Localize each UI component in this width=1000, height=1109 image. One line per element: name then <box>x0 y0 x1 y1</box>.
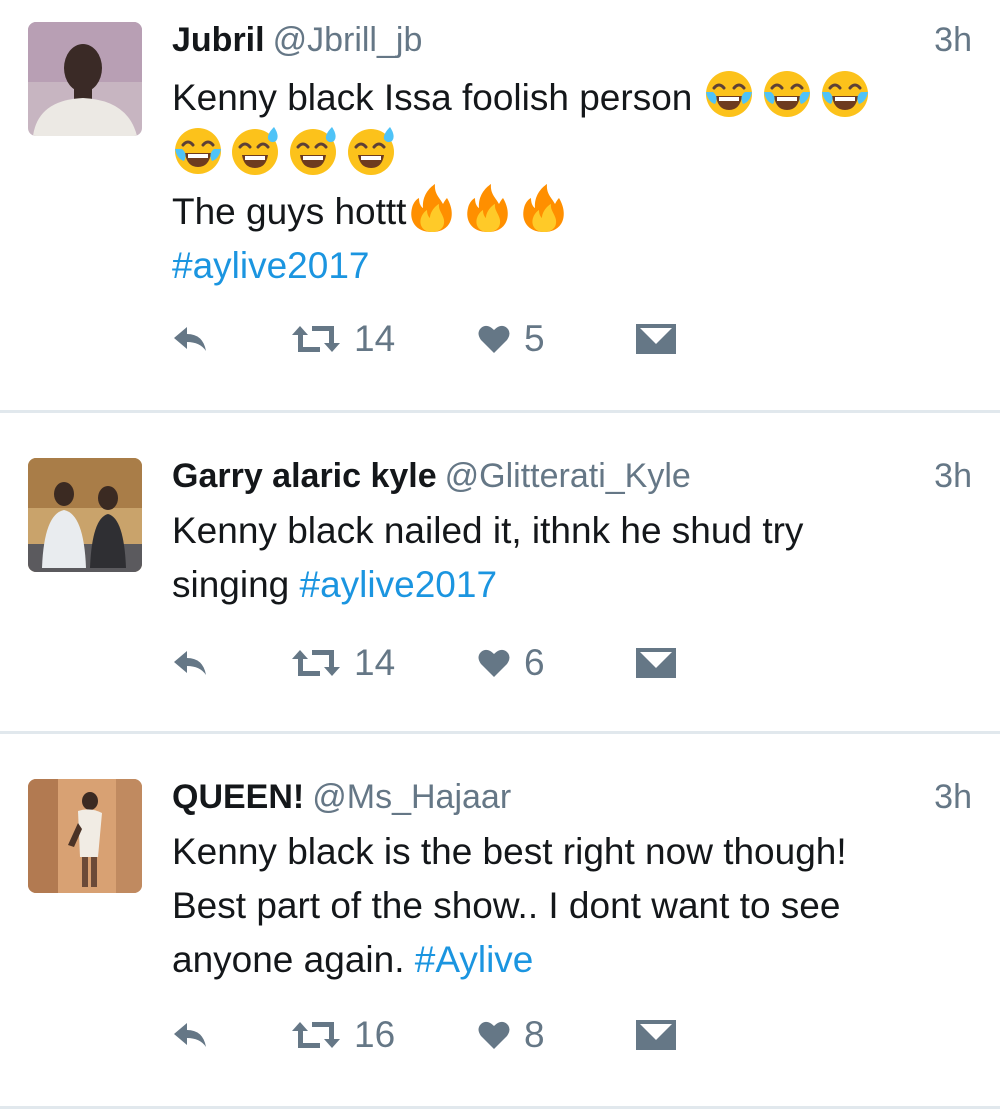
tweet[interactable]: Jubril @Jbrill_jb 3h Kenny black Issa foo… <box>0 0 1000 413</box>
retweet-count: 14 <box>354 318 396 359</box>
like-count: 6 <box>524 642 545 683</box>
reply-icon <box>174 1023 206 1047</box>
avatar[interactable] <box>28 779 142 893</box>
reply-button[interactable] <box>172 1020 292 1050</box>
reply-button[interactable] <box>172 324 292 354</box>
direct-message-button[interactable] <box>636 648 676 678</box>
like-button[interactable]: 8 <box>478 1014 636 1056</box>
tweet-header: Garry alaric kyle @Glitterati_Kyle 3h <box>172 456 972 496</box>
tweet-actions: 14 6 <box>172 638 676 688</box>
retweet-icon <box>292 326 340 352</box>
retweet-count: 14 <box>354 642 396 683</box>
heart-icon <box>478 325 510 353</box>
direct-message-button[interactable] <box>636 324 676 354</box>
user-handle[interactable]: @Jbrill_jb <box>273 21 423 59</box>
display-name[interactable]: QUEEN! <box>172 778 304 816</box>
retweet-icon <box>292 650 340 676</box>
user-handle[interactable]: @Ms_Hajaar <box>312 778 511 816</box>
face-with-tears-of-joy-emoji <box>703 68 755 120</box>
timestamp[interactable]: 3h <box>934 777 972 817</box>
tweet-text-line: Kenny black Issa foolish person <box>172 77 703 118</box>
tweet-text-line: Kenny black is the best right now though… <box>172 831 847 872</box>
hashtag-link[interactable]: #aylive2017 <box>300 564 497 605</box>
like-count: 8 <box>524 1014 545 1055</box>
direct-message-icon <box>636 648 676 678</box>
grinning-face-with-sweat-emoji <box>346 125 398 177</box>
like-button[interactable]: 6 <box>478 642 636 684</box>
timestamp[interactable]: 3h <box>934 456 972 496</box>
like-button[interactable]: 5 <box>478 318 636 360</box>
grinning-face-with-sweat-emoji <box>230 125 282 177</box>
retweet-button[interactable]: 14 <box>292 318 478 360</box>
face-with-tears-of-joy-emoji <box>761 68 813 120</box>
tweet-text-line: Kenny black nailed it, ithnk he shud try <box>172 510 804 551</box>
tweet-text-line: anyone again. <box>172 939 415 980</box>
fire-emoji <box>518 182 568 234</box>
like-count: 5 <box>524 318 545 359</box>
tweet-text: Kenny black Issa foolish person The guys… <box>172 68 972 293</box>
avatar[interactable] <box>28 22 142 136</box>
retweet-button[interactable]: 16 <box>292 1014 478 1056</box>
face-with-tears-of-joy-emoji <box>172 125 224 177</box>
fire-emoji <box>406 182 456 234</box>
tweet-header: QUEEN! @Ms_Hajaar 3h <box>172 777 972 817</box>
heart-icon <box>478 1021 510 1049</box>
direct-message-icon <box>636 324 676 354</box>
tweet-actions: 16 8 <box>172 1010 676 1060</box>
user-handle[interactable]: @Glitterati_Kyle <box>445 457 691 495</box>
avatar[interactable] <box>28 458 142 572</box>
display-name[interactable]: Jubril <box>172 21 265 59</box>
face-with-tears-of-joy-emoji <box>819 68 871 120</box>
heart-icon <box>478 649 510 677</box>
retweet-button[interactable]: 14 <box>292 642 478 684</box>
tweet-text-line: singing <box>172 564 300 605</box>
direct-message-button[interactable] <box>636 1020 676 1050</box>
display-name[interactable]: Garry alaric kyle <box>172 457 437 495</box>
tweet[interactable]: Garry alaric kyle @Glitterati_Kyle 3h Ken… <box>0 413 1000 734</box>
hashtag-link[interactable]: #Aylive <box>415 939 534 980</box>
hashtag-link[interactable]: #aylive2017 <box>172 245 369 286</box>
reply-icon <box>174 327 206 351</box>
tweet-actions: 14 5 <box>172 314 676 364</box>
direct-message-icon <box>636 1020 676 1050</box>
retweet-count: 16 <box>354 1014 396 1055</box>
fire-emoji <box>462 182 512 234</box>
reply-button[interactable] <box>172 648 292 678</box>
retweet-icon <box>292 1022 340 1048</box>
tweet-text: Kenny black nailed it, ithnk he shud try… <box>172 504 972 612</box>
grinning-face-with-sweat-emoji <box>288 125 340 177</box>
tweet-text-line: The guys hottt <box>172 191 407 232</box>
tweet-text-line: Best part of the show.. I dont want to s… <box>172 885 841 926</box>
tweet-text: Kenny black is the best right now though… <box>172 825 972 987</box>
timestamp[interactable]: 3h <box>934 20 972 60</box>
tweet-header: Jubril @Jbrill_jb 3h <box>172 20 972 60</box>
reply-icon <box>174 651 206 675</box>
tweet[interactable]: QUEEN! @Ms_Hajaar 3h Kenny black is the b… <box>0 734 1000 1109</box>
